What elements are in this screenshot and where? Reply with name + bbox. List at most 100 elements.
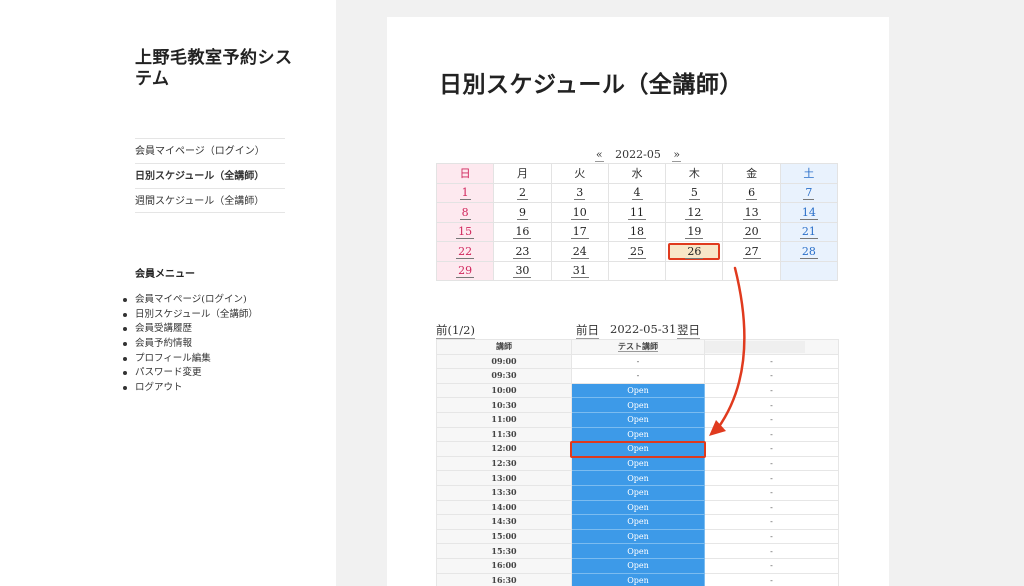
calendar-day-cell[interactable]: 18 [607,221,667,242]
calendar-day-link[interactable]: 14 [799,205,818,220]
calendar-day-link[interactable]: 9 [516,205,528,220]
open-slot-button[interactable]: Open [571,543,705,559]
calendar-day-link[interactable]: 26 [685,244,704,259]
open-slot-button[interactable]: Open [571,455,705,472]
topnav-item[interactable]: 会員マイページ（ログイン） [135,138,285,163]
calendar-day-cell[interactable]: 31 [550,260,609,281]
prev-day-link[interactable]: 前日 [576,322,599,339]
calendar-day-link[interactable]: 1 [459,186,471,201]
calendar-day-link[interactable]: 23 [513,244,532,259]
calendar-day-cell[interactable]: 2 [493,182,552,203]
unavailable-slot: - [704,441,839,457]
calendar-day-link[interactable]: 21 [799,225,818,240]
calendar-day-cell[interactable]: 11 [607,202,667,223]
calendar-day-cell[interactable]: 27 [722,241,781,262]
calendar-day-link[interactable]: 25 [628,244,647,259]
calendar-day-link[interactable]: 11 [628,205,647,220]
calendar-day-cell[interactable]: 1 [435,182,495,203]
calendar-day-cell[interactable]: 17 [550,221,609,242]
calendar-day-link[interactable]: 17 [570,225,589,240]
calendar-day-link[interactable]: 19 [685,225,704,240]
calendar-day-cell[interactable]: 16 [493,221,552,242]
open-slot-button[interactable]: Open [571,499,705,516]
calendar-day-cell[interactable]: 6 [722,182,781,203]
member-menu-item[interactable]: プロフィール編集 [122,352,258,367]
calendar-day-cell[interactable]: 20 [722,221,781,242]
calendar-day-link[interactable]: 13 [742,205,761,220]
member-menu-item[interactable]: 会員予約情報 [122,337,258,352]
open-slot-button[interactable]: Open [571,514,705,530]
member-menu-item[interactable]: 会員マイページ(ログイン) [122,293,258,308]
calendar-day-link[interactable]: 24 [570,244,589,259]
calendar-day-link[interactable]: 12 [685,205,704,220]
prev-month-link[interactable]: « [594,148,604,162]
calendar-day-link[interactable]: 16 [513,225,532,240]
calendar-day-cell[interactable]: 25 [607,241,667,262]
calendar-day-cell[interactable]: 5 [665,182,724,203]
open-slot-button[interactable]: Open [571,528,705,545]
calendar-day-cell[interactable]: 4 [607,182,667,203]
topnav-item[interactable]: 週間スケジュール（全講師） [135,188,285,213]
calendar-day-link[interactable]: 4 [631,186,643,201]
calendar-day-cell[interactable]: 8 [435,202,495,223]
open-slot-button[interactable]: Open [571,557,705,574]
member-menu-item[interactable]: ログアウト [122,381,258,396]
member-menu-item[interactable]: 会員受講履歴 [122,322,258,337]
calendar-day-cell[interactable]: 22 [435,241,495,262]
calendar-day-cell[interactable]: 23 [493,241,552,262]
topnav-item[interactable]: 日別スケジュール（全講師） [135,163,285,188]
site-title[interactable]: 上野毛教室予約システム [135,48,295,90]
time-slot-label: 15:30 [436,543,572,559]
calendar-day-cell[interactable]: 24 [550,241,609,262]
calendar-day-link[interactable]: 10 [570,205,589,220]
time-slot-label: 16:30 [436,572,572,586]
calendar-day-link[interactable]: 29 [456,264,475,279]
calendar-day-cell[interactable]: 21 [779,221,839,242]
open-slot-button[interactable]: Open [571,470,705,486]
calendar-day-cell[interactable]: 19 [665,221,724,242]
open-slot-button[interactable]: Open [571,484,705,501]
open-slot-button[interactable]: Open [570,441,706,459]
calendar-day-link[interactable]: 6 [746,186,758,201]
calendar-day-link[interactable]: 20 [742,225,761,240]
calendar-day-link[interactable]: 27 [742,244,761,259]
prev-page-link[interactable]: 前(1/2) [436,322,475,339]
calendar-day-cell[interactable]: 12 [665,202,724,223]
calendar-day-cell[interactable]: 14 [779,202,839,223]
calendar-day-cell[interactable]: 15 [435,221,495,242]
calendar-day-link[interactable]: 3 [574,186,586,201]
instructor-name-link[interactable]: テスト講師 [618,341,658,353]
calendar-day-link[interactable]: 30 [513,264,532,279]
instructor-column-header[interactable]: テスト講師 [571,339,705,355]
member-menu-item[interactable]: パスワード変更 [122,366,258,381]
open-slot-button[interactable]: Open [571,411,705,428]
calendar-day-link[interactable]: 2 [516,186,528,201]
open-slot-button[interactable]: Open [571,397,705,413]
time-slot-label: 14:00 [436,499,572,516]
calendar-day-cell[interactable]: 30 [493,260,552,281]
calendar-day-link[interactable]: 15 [456,225,475,240]
calendar-day-cell[interactable]: 28 [779,241,839,262]
next-month-link[interactable]: » [672,148,682,162]
calendar-day-cell[interactable]: 3 [550,182,609,203]
unavailable-slot: - [704,543,839,559]
calendar-day-link[interactable]: 22 [456,244,475,259]
calendar-day-link[interactable]: 31 [570,264,589,279]
calendar-day-link[interactable]: 8 [459,205,471,220]
calendar-day-cell[interactable]: 9 [493,202,552,223]
calendar-day-cell[interactable]: 13 [722,202,781,223]
time-slot-label: 11:00 [436,411,572,428]
open-slot-button[interactable]: Open [571,382,705,399]
calendar-day-cell[interactable]: 26 [665,241,724,262]
open-slot-button[interactable]: Open [571,572,705,586]
member-menu-item[interactable]: 日別スケジュール（全講師） [122,308,258,323]
calendar-day-cell[interactable]: 29 [435,260,495,281]
next-day-link[interactable]: 翌日 [677,322,700,339]
calendar-day-link[interactable]: 18 [628,225,647,240]
calendar-day-link[interactable]: 5 [688,186,700,201]
calendar-day-link[interactable]: 28 [799,244,818,259]
calendar-day-cell[interactable]: 10 [550,202,609,223]
calendar-day-link[interactable]: 7 [803,186,815,201]
open-slot-button[interactable]: Open [571,426,705,443]
calendar-day-cell[interactable]: 7 [779,182,839,203]
